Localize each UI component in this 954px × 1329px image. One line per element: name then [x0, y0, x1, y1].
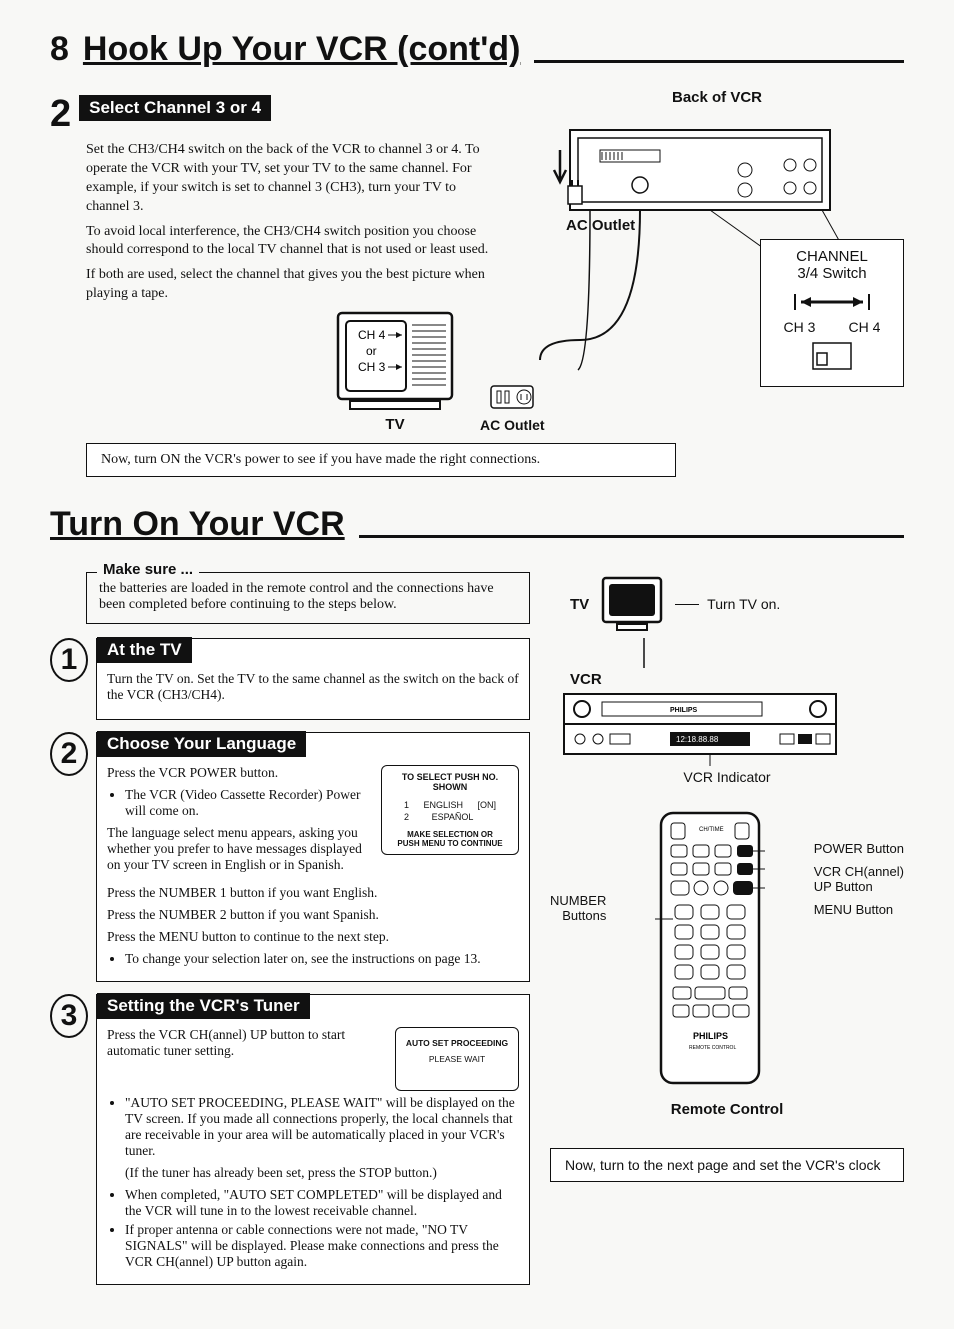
- step3-b3: If proper antenna or cable connections w…: [125, 1222, 519, 1270]
- svg-text:REMOTE CONTROL: REMOTE CONTROL: [689, 1045, 736, 1051]
- step-3-label: Setting the VCR's Tuner: [97, 993, 310, 1019]
- next-page-note: Now, turn to the next page and set the V…: [550, 1148, 904, 1182]
- turn-tv-on-label: Turn TV on.: [707, 596, 780, 612]
- vcr-indicator-label: VCR Indicator: [550, 769, 904, 785]
- step-1-body: At the TV Turn the TV on. Set the TV to …: [96, 638, 530, 720]
- title-rule: [534, 60, 904, 63]
- svg-text:CH/TIME: CH/TIME: [699, 827, 724, 833]
- tv-or-text: or: [366, 344, 377, 358]
- ch4-label: CH 4: [849, 319, 881, 335]
- osd-footer: MAKE SELECTION OR PUSH MENU TO CONTINUE: [390, 830, 510, 848]
- svg-text:12:18.88.88: 12:18.88.88: [676, 735, 719, 744]
- step2-p1: Press the VCR POWER button.: [107, 765, 373, 781]
- svg-text:PHILIPS: PHILIPS: [670, 707, 698, 714]
- step3-paren: (If the tuner has already been set, pres…: [125, 1165, 519, 1181]
- osd-title: TO SELECT PUSH NO. SHOWN: [390, 772, 510, 792]
- turn-on-title-text: Turn On Your VCR: [50, 505, 345, 544]
- back-of-vcr-label: Back of VCR: [530, 89, 904, 106]
- tv-label: TV: [330, 416, 460, 433]
- autoset-osd: AUTO SET PROCEEDING PLEASE WAIT: [395, 1027, 519, 1091]
- step2-p2: The language select menu appears, asking…: [107, 825, 373, 873]
- step-label-select-channel: Select Channel 3 or 4: [79, 95, 271, 121]
- tv-ch4-text: CH 4: [358, 328, 386, 342]
- page-title-text: Hook Up Your VCR (cont'd): [83, 30, 520, 69]
- step3-b1: "AUTO SET PROCEEDING, PLEASE WAIT" will …: [125, 1095, 519, 1159]
- svg-text:PHILIPS: PHILIPS: [693, 1031, 728, 1041]
- remote-control-title: Remote Control: [550, 1101, 904, 1118]
- tv-diagram: CH 4 or CH 3: [330, 305, 460, 415]
- power-on-callout: Now, turn ON the VCR's power to see if y…: [86, 443, 676, 477]
- step-2-label: Choose Your Language: [97, 731, 306, 757]
- osd-row1-lang: ENGLISH: [423, 800, 463, 810]
- ac-outlet-label-1: AC Outlet: [566, 217, 635, 234]
- title-rule-2: [359, 535, 904, 538]
- ch3-label: CH 3: [784, 319, 816, 335]
- section-title-turn-on: Turn On Your VCR: [50, 505, 904, 544]
- step-2-body: Set the CH3/CH4 switch on the back of th…: [86, 141, 496, 304]
- osd-row2-num: 2: [404, 812, 409, 822]
- page-title: 8 Hook Up Your VCR (cont'd): [50, 30, 904, 69]
- step-3-body: Setting the VCR's Tuner Press the VCR CH…: [96, 994, 530, 1285]
- osd-row2-lang: ESPAÑOL: [432, 812, 474, 822]
- remote-control-icon: CH/TIME: [655, 809, 765, 1089]
- step2-b2: To change your selection later on, see t…: [125, 951, 519, 967]
- step3-b2: When completed, "AUTO SET COMPLETED" wil…: [125, 1187, 519, 1219]
- step-number-2: 2: [50, 95, 71, 133]
- vcr-front-icon: PHILIPS 12:18.88.88: [560, 688, 840, 768]
- make-sure-text: the batteries are loaded in the remote c…: [99, 581, 494, 612]
- step2-p3: Press the NUMBER 1 button if you want En…: [107, 885, 519, 901]
- autoset-line1: AUTO SET PROCEEDING: [402, 1038, 512, 1048]
- switch-arrow-icon: [787, 288, 877, 314]
- make-sure-box: Make sure ... the batteries are loaded i…: [86, 572, 530, 624]
- step1-text: Turn the TV on. Set the TV to the same c…: [107, 671, 519, 703]
- step3-p1: Press the VCR CH(annel) UP button to sta…: [107, 1027, 387, 1059]
- osd-row1-num: 1: [404, 800, 409, 810]
- make-sure-legend: Make sure ...: [97, 561, 199, 578]
- switch-slider-icon: [807, 339, 857, 373]
- circled-step-3: 3: [50, 994, 88, 1038]
- autoset-line2: PLEASE WAIT: [402, 1054, 512, 1064]
- tv-label-2: TV: [570, 596, 589, 613]
- step2-paragraph-1: Set the CH3/CH4 switch on the back of th…: [86, 141, 496, 217]
- ch-up-button-label: VCR CH(annel) UP Button: [814, 864, 904, 894]
- step2-paragraph-2: To avoid local interference, the CH3/CH4…: [86, 223, 496, 261]
- circled-step-2: 2: [50, 732, 88, 776]
- small-tv-icon: [597, 574, 667, 634]
- channel-switch-label: CHANNEL 3/4 Switch: [767, 248, 897, 282]
- circled-step-1: 1: [50, 638, 88, 682]
- menu-button-label: MENU Button: [814, 902, 904, 917]
- step-2-body: Choose Your Language Press the VCR POWER…: [96, 732, 530, 982]
- ac-outlet-label-2: AC Outlet: [480, 417, 545, 433]
- power-button-label: POWER Button: [814, 841, 904, 856]
- step2-p5: Press the MENU button to continue to the…: [107, 929, 519, 945]
- step2-p4: Press the NUMBER 2 button if you want Sp…: [107, 907, 519, 923]
- tv-ch3-text: CH 3: [358, 360, 386, 374]
- step-1-label: At the TV: [97, 637, 192, 663]
- language-osd: TO SELECT PUSH NO. SHOWN 1 ENGLISH [ON] …: [381, 765, 519, 855]
- step2-b1: The VCR (Video Cassette Recorder) Power …: [125, 787, 373, 819]
- connector-line-1: [636, 638, 652, 668]
- step2-paragraph-3: If both are used, select the channel tha…: [86, 266, 496, 304]
- osd-row1-state: [ON]: [477, 800, 496, 810]
- number-buttons-label: NUMBER Buttons: [550, 893, 606, 923]
- page-number: 8: [50, 30, 69, 69]
- vcr-label: VCR: [570, 671, 904, 688]
